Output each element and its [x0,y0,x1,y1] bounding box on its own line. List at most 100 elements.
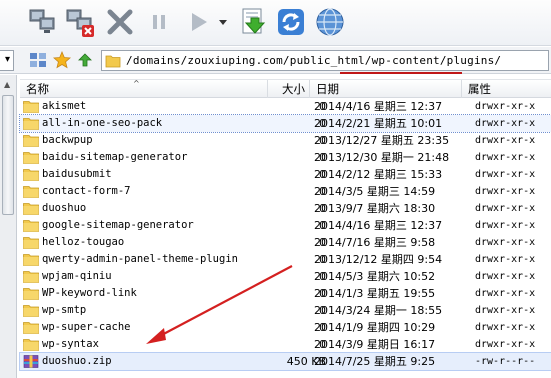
file-permissions: drwxr-xr-x [475,203,536,214]
file-name: backwpup [42,134,93,146]
folder-row[interactable]: backwpup 0 2013/12/27 星期五 23:35 drwxr-xr-x [20,132,551,149]
file-date: 2013/12/27 星期五 23:35 [314,134,450,147]
file-name: wp-smtp [42,304,87,316]
file-name: WP-keyword-link [42,287,137,299]
download-icon[interactable] [237,6,269,38]
folder-row[interactable]: baidu-sitemap-generator 0 2013/12/30 星期一 2… [20,149,551,166]
scroll-up-arrow-icon[interactable]: ▲ [4,80,10,89]
file-date: 2014/2/12 星期三 15:33 [314,168,443,181]
parent-folder-icon[interactable] [76,51,94,69]
file-name: duoshuo [42,202,87,214]
file-date: 2014/4/16 星期三 12:37 [314,219,443,232]
file-name: duoshuo.zip [42,355,112,367]
address-path: /domains/zouxiuping.com/public_html/wp-c… [126,54,502,67]
folder-icon [23,287,39,300]
file-row[interactable]: duoshuo.zip 450 KB 2014/7/25 星期五 9:25 -rw-r… [19,352,551,371]
play-icon[interactable] [182,6,214,38]
folder-icon [23,168,39,181]
folder-icon [23,134,39,147]
file-permissions: drwxr-xr-x [475,186,536,197]
site-manager-icon[interactable] [29,51,47,69]
file-permissions: drwxr-xr-x [475,169,536,180]
file-permissions: drwxr-xr-x [475,254,536,265]
dropdown-arrow-icon[interactable] [214,6,232,38]
column-header-attributes[interactable]: 属性 [462,80,551,98]
folder-icon [23,236,39,249]
refresh-icon[interactable] [275,6,307,38]
folder-row[interactable]: baidusubmit 0 2014/2/12 星期三 15:33 drwxr-xr-… [20,166,551,183]
file-permissions: -rw-r--r-- [475,356,536,367]
folder-icon [105,55,121,68]
file-date: 2014/3/24 星期一 18:55 [314,304,443,317]
column-header: 名称 ^ 大小 日期 属性 [20,79,551,98]
vertical-scrollbar[interactable]: ▲ [0,75,17,378]
file-permissions: drwxr-xr-x [475,288,536,299]
folder-icon [23,270,39,283]
file-permissions: drwxr-xr-x [475,237,536,248]
file-date: 2014/7/25 星期五 9:25 [314,355,436,368]
scrollbar-thumb[interactable] [2,95,14,215]
file-rows: akismet 0 2014/4/16 星期三 12:37 drwxr-xr-x all… [19,98,551,371]
favorite-star-icon[interactable] [53,51,71,69]
stop-icon[interactable] [104,6,136,38]
file-date: 2013/12/12 星期四 9:54 [314,253,443,266]
file-date: 2014/3/5 星期三 14:59 [314,185,436,198]
folder-row[interactable]: contact-form-7 0 2014/3/5 星期三 14:59 drwxr-x… [20,183,551,200]
folder-icon [23,321,39,334]
file-permissions: drwxr-xr-x [475,322,536,333]
folder-icon [23,202,39,215]
file-date: 2014/5/3 星期六 10:52 [314,270,436,283]
folder-row[interactable]: akismet 0 2014/4/16 星期三 12:37 drwxr-xr-x [20,98,551,115]
folder-icon [23,117,39,130]
file-name: wp-syntax [42,338,99,350]
file-permissions: drwxr-xr-x [475,135,536,146]
file-permissions: drwxr-xr-x [475,339,536,350]
column-header-size[interactable]: 大小 [268,80,310,98]
folder-row[interactable]: wp-syntax 0 2014/3/9 星期日 16:17 drwxr-xr-x [20,336,551,353]
file-permissions: drwxr-xr-x [475,305,536,316]
panel-switch-button[interactable]: ▾ [0,50,14,71]
column-header-date[interactable]: 日期 [310,80,462,98]
address-input[interactable]: /domains/zouxiuping.com/public_html/wp-c… [101,50,549,71]
folder-icon [23,100,39,113]
sort-ascending-icon: ^ [133,79,140,88]
folder-row[interactable]: duoshuo 0 2013/9/7 星期六 18:30 drwxr-xr-x [20,200,551,217]
file-name: google-sitemap-generator [42,219,194,231]
file-date: 2013/12/30 星期一 21:48 [314,151,450,164]
file-name: wpjam-qiniu [42,270,112,282]
file-date: 2014/2/21 星期五 10:01 [314,117,443,130]
globe-icon[interactable] [314,6,346,38]
file-date: 2014/1/3 星期五 19:55 [314,287,436,300]
file-name: baidu-sitemap-generator [42,151,188,163]
file-list-panel: ▲ 名称 ^ 大小 日期 属性 akismet 0 2014/4/16 星期三 12… [0,75,551,378]
folder-icon [23,304,39,317]
column-header-name[interactable]: 名称 ^ [20,80,268,98]
file-date: 2013/9/7 星期六 18:30 [314,202,436,215]
file-date: 2014/1/9 星期四 10:29 [314,321,436,334]
folder-row[interactable]: google-sitemap-generator 0 2014/4/16 星期三 1… [20,217,551,234]
file-date: 2014/3/9 星期日 16:17 [314,338,436,351]
file-permissions: drwxr-xr-x [475,220,536,231]
folder-icon [23,151,39,164]
folder-row[interactable]: all-in-one-seo-pack 0 2014/2/21 星期五 10:01 d… [19,114,551,133]
folder-row[interactable]: wpjam-qiniu 0 2014/5/3 星期六 10:52 drwxr-xr-x [20,268,551,285]
folder-row[interactable]: qwerty-admin-panel-theme-plugin 0 2013/12/… [20,251,551,268]
folder-icon [23,219,39,232]
file-permissions: drwxr-xr-x [475,152,536,163]
address-bar: ▾ /domains/zouxiuping.com/public_html/wp… [0,47,551,74]
folder-row[interactable]: wp-smtp 0 2014/3/24 星期一 18:55 drwxr-xr-x [20,302,551,319]
column-header-name-label: 名称 [26,82,49,96]
folder-icon [23,253,39,266]
folder-icon [23,185,39,198]
path-highlight-underline [340,72,462,74]
disconnect-icon[interactable] [64,6,96,38]
file-name: helloz-tougao [42,236,125,248]
folder-row[interactable]: WP-keyword-link 0 2014/1/3 星期五 19:55 drwxr-… [20,285,551,302]
column-header-date-label: 日期 [316,82,339,96]
folder-row[interactable]: helloz-tougao 0 2014/7/16 星期三 9:58 drwxr-xr… [20,234,551,251]
zip-file-icon [23,355,39,368]
pause-icon[interactable] [143,6,175,38]
folder-row[interactable]: wp-super-cache 0 2014/1/9 星期四 10:29 drwxr-x… [20,319,551,336]
file-permissions: drwxr-xr-x [475,118,536,129]
connect-icon[interactable] [27,6,59,38]
